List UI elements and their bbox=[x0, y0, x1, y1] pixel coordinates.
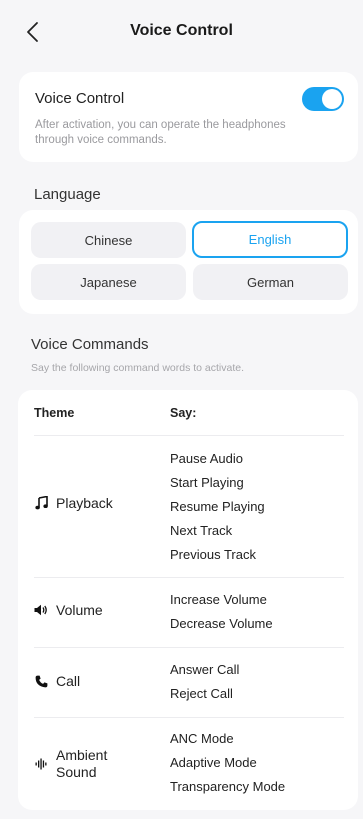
music-note-icon bbox=[34, 496, 48, 510]
row-theme: Volume bbox=[34, 602, 103, 618]
row-theme-label: Playback bbox=[56, 495, 113, 511]
language-option-chinese[interactable]: Chinese bbox=[31, 222, 186, 258]
language-heading: Language bbox=[34, 186, 101, 203]
voice-commands-heading: Voice Commands bbox=[31, 336, 149, 353]
say-item: Previous Track bbox=[170, 547, 256, 562]
row-theme: Playback bbox=[34, 495, 113, 511]
voice-control-label: Voice Control bbox=[35, 90, 125, 107]
phone-icon bbox=[34, 675, 48, 688]
say-item: Pause Audio bbox=[170, 451, 244, 466]
say-item: Transparency Mode bbox=[170, 779, 286, 794]
column-header-theme: Theme bbox=[34, 406, 75, 420]
say-item: Increase Volume bbox=[170, 592, 267, 607]
language-option-german[interactable]: German bbox=[193, 264, 348, 300]
say-list: ANC Mode Adaptive Mode Transparency Mode bbox=[170, 727, 285, 799]
row-theme-label: Ambient Sound bbox=[56, 747, 108, 780]
voice-control-card: Voice Control After activation, you can … bbox=[19, 72, 358, 162]
table-row-playback: Playback Pause Audio Start Playing Resum… bbox=[34, 435, 344, 577]
column-header-say: Say: bbox=[170, 406, 197, 420]
say-item: Next Track bbox=[170, 523, 233, 538]
say-list: Increase Volume Decrease Volume bbox=[170, 588, 273, 636]
table-row-ambient-sound: Ambient Sound ANC Mode Adaptive Mode Tra… bbox=[34, 717, 344, 805]
voice-control-description: After activation, you can operate the he… bbox=[35, 119, 286, 146]
voice-commands-subtitle: Say the following command words to activ… bbox=[31, 362, 245, 374]
row-theme-label: Call bbox=[56, 673, 81, 689]
table-row-volume: Volume Increase Volume Decrease Volume bbox=[34, 577, 344, 647]
row-theme: Call bbox=[34, 673, 80, 689]
soundwave-icon bbox=[34, 758, 48, 770]
header: Voice Control bbox=[0, 0, 363, 64]
say-item: Answer Call bbox=[170, 662, 240, 677]
language-option-japanese[interactable]: Japanese bbox=[31, 264, 186, 300]
say-item: Decrease Volume bbox=[170, 616, 273, 631]
say-item: ANC Mode bbox=[170, 731, 234, 746]
say-item: Resume Playing bbox=[170, 499, 265, 514]
say-item: Reject Call bbox=[170, 686, 233, 701]
row-theme: Ambient Sound bbox=[34, 747, 136, 781]
toggle-knob bbox=[322, 89, 342, 109]
page-title: Voice Control bbox=[130, 22, 233, 39]
say-list: Answer Call Reject Call bbox=[170, 658, 239, 706]
table-row-call: Call Answer Call Reject Call bbox=[34, 647, 344, 717]
language-option-english[interactable]: English bbox=[192, 221, 348, 258]
say-list: Pause Audio Start Playing Resume Playing… bbox=[170, 447, 265, 567]
voice-control-toggle[interactable] bbox=[302, 87, 344, 111]
voice-commands-table: Theme Say: Playback Pause Audio Start Pl… bbox=[18, 390, 358, 810]
row-theme-label: Volume bbox=[56, 602, 103, 618]
say-item: Adaptive Mode bbox=[170, 755, 257, 770]
say-item: Start Playing bbox=[170, 475, 244, 490]
language-card: Chinese English Japanese German bbox=[19, 210, 358, 314]
speaker-icon bbox=[34, 604, 48, 616]
